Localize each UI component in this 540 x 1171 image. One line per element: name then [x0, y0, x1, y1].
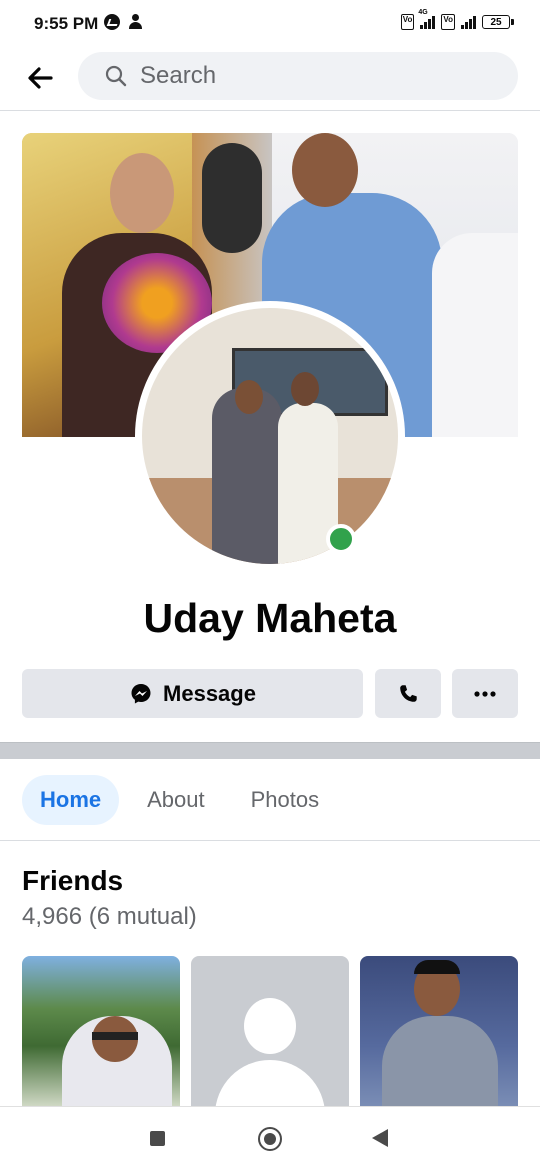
- system-back-button[interactable]: [372, 1129, 388, 1147]
- network-type: 4G: [418, 9, 428, 16]
- status-system-icons: Vo 4G Vo 25: [400, 9, 514, 30]
- avatar[interactable]: [142, 308, 398, 564]
- section-divider: [0, 742, 540, 759]
- search-placeholder: Search: [140, 62, 217, 89]
- messenger-notification-icon: [104, 14, 120, 30]
- arrow-left-icon: [28, 67, 53, 89]
- message-button-label: Message: [163, 680, 256, 706]
- friend-card-3[interactable]: [360, 956, 518, 1106]
- back-button[interactable]: [22, 60, 58, 96]
- search-input[interactable]: Search: [78, 52, 518, 100]
- status-notification-icons: [104, 14, 144, 30]
- messenger-icon: [131, 683, 151, 703]
- friend-1-sunglasses: [92, 1032, 138, 1040]
- friends-count: 4,966 (6 mutual): [22, 903, 197, 930]
- message-button[interactable]: Message: [22, 669, 363, 718]
- friend-card-1[interactable]: [22, 956, 180, 1106]
- cover-face-2: [292, 133, 358, 207]
- avatar-person-1: [212, 388, 282, 564]
- volte-icon: Vo: [400, 14, 415, 30]
- signal-icon-2: [461, 15, 476, 29]
- person-notification-icon: [128, 14, 144, 30]
- default-avatar-body-icon: [215, 1060, 325, 1106]
- status-time: 9:55 PM: [34, 14, 99, 33]
- online-status-badge: [326, 524, 356, 554]
- recent-apps-button[interactable]: [150, 1131, 165, 1146]
- friend-3-body: [382, 1016, 498, 1106]
- call-button[interactable]: [375, 669, 441, 718]
- status-bar: 9:55 PM Vo 4G Vo 25: [0, 0, 540, 48]
- friend-3-hair: [414, 960, 460, 974]
- cover-person-3: [202, 143, 262, 253]
- signal-icon: 4G: [418, 9, 436, 29]
- system-nav-bar: [0, 1106, 540, 1171]
- battery-icon: 25: [482, 15, 514, 29]
- search-icon: [105, 65, 127, 87]
- profile-name: Uday Maheta: [143, 595, 397, 641]
- avatar-face-2: [291, 372, 319, 406]
- default-avatar-head-icon: [244, 998, 296, 1054]
- friend-card-2[interactable]: [191, 956, 349, 1106]
- tab-photos[interactable]: Photos: [233, 775, 338, 825]
- profile-tabs: Home About Photos: [22, 774, 347, 826]
- home-button[interactable]: [258, 1127, 282, 1151]
- friends-section-title: Friends: [22, 865, 124, 896]
- tabs-divider: [0, 840, 540, 841]
- tab-about[interactable]: About: [129, 775, 223, 825]
- phone-icon: [400, 684, 417, 702]
- cover-person-4: [432, 233, 518, 437]
- volte-icon-2: Vo: [441, 14, 455, 30]
- tab-home[interactable]: Home: [22, 775, 120, 825]
- avatar-face-1: [235, 380, 263, 414]
- search-header: Search: [0, 48, 540, 111]
- more-options-button[interactable]: [452, 669, 518, 718]
- cover-face-1: [110, 153, 174, 233]
- more-dots-icon: [474, 690, 496, 697]
